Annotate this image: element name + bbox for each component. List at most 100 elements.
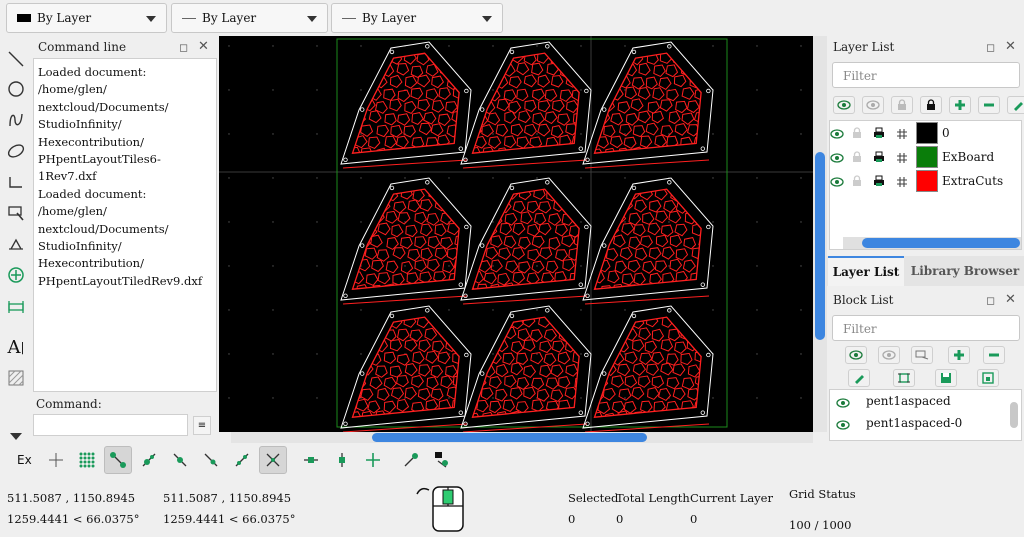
lock-relative-zero-icon[interactable]: [428, 446, 456, 474]
command-menu-button[interactable]: ≡: [193, 416, 211, 435]
show-all-blocks-icon[interactable]: [845, 346, 867, 364]
color-swatch: [17, 14, 31, 22]
line-icon[interactable]: [4, 47, 28, 71]
modify-icon[interactable]: [4, 263, 28, 287]
snap-onentity-icon[interactable]: [135, 446, 163, 474]
insert-block-icon[interactable]: [977, 369, 999, 387]
layer-row[interactable]: 0: [830, 122, 1020, 144]
layer-color-swatch[interactable]: [916, 122, 938, 144]
visible-eye-icon[interactable]: [830, 128, 844, 142]
layer-row[interactable]: ExBoard: [830, 146, 1020, 168]
edit-block-icon[interactable]: [893, 369, 915, 387]
tile-drawing: [460, 177, 592, 305]
relative-zero-icon[interactable]: [397, 446, 425, 474]
construction-grid-icon[interactable]: [897, 128, 907, 142]
text-icon[interactable]: A |: [4, 335, 28, 359]
restrict-horizontal-icon[interactable]: [297, 446, 325, 474]
hide-all-layers-icon[interactable]: [862, 96, 884, 114]
curve-icon[interactable]: [4, 108, 28, 132]
print-icon[interactable]: [873, 151, 885, 166]
visible-eye-icon[interactable]: [830, 152, 844, 166]
chevron-down-icon: [146, 16, 156, 22]
lock-all-layers-icon[interactable]: [920, 96, 942, 114]
snap-exclusive-label[interactable]: Ex: [17, 453, 32, 467]
block-panel-title: Block List: [833, 293, 894, 307]
snap-center-icon[interactable]: [166, 446, 194, 474]
float-icon[interactable]: ◻: [986, 294, 995, 307]
block-name: pent1aspaced: [866, 394, 951, 408]
snap-grid-icon[interactable]: [73, 446, 101, 474]
dimension-icon[interactable]: [4, 232, 28, 256]
block-row[interactable]: pent1aspaced: [830, 391, 1020, 413]
close-icon[interactable]: ✕: [1005, 39, 1016, 54]
construction-grid-icon[interactable]: [897, 152, 907, 166]
layer-filter-input[interactable]: Filter: [832, 62, 1020, 88]
visible-eye-icon[interactable]: [830, 176, 844, 190]
lock-icon[interactable]: [852, 175, 862, 190]
relative-polar: 1259.4441 < 66.0375°: [163, 512, 296, 526]
snap-intersection-icon[interactable]: [259, 446, 287, 474]
circle-icon[interactable]: [4, 77, 28, 101]
hide-all-blocks-icon[interactable]: [878, 346, 900, 364]
lock-icon[interactable]: [852, 151, 862, 166]
vertical-scroll-thumb[interactable]: [815, 152, 825, 340]
ellipse-icon[interactable]: [4, 139, 28, 163]
snap-free-icon[interactable]: [42, 446, 70, 474]
tab-library-browser[interactable]: Library Browser: [906, 256, 1024, 286]
layer-list-scroll-thumb[interactable]: [862, 238, 1020, 248]
tab-library-browser-label: Library Browser: [910, 264, 1020, 278]
layer-color-swatch[interactable]: [916, 170, 938, 192]
snap-endpoint-icon[interactable]: [104, 446, 132, 474]
rename-block-icon[interactable]: [848, 369, 870, 387]
measure-icon[interactable]: [4, 294, 28, 318]
close-icon[interactable]: ✕: [198, 39, 209, 54]
create-block-icon[interactable]: [911, 346, 933, 364]
restrict-vertical-icon[interactable]: [328, 446, 356, 474]
add-layer-icon[interactable]: [949, 96, 971, 114]
total-length-label: Total Length: [616, 491, 690, 505]
select-icon[interactable]: [4, 201, 28, 225]
chevron-down-icon: [482, 16, 492, 22]
float-icon[interactable]: ◻: [986, 41, 995, 54]
hatch-icon[interactable]: [4, 366, 28, 390]
lock-icon[interactable]: [852, 127, 862, 142]
construction-grid-icon[interactable]: [897, 176, 907, 190]
color-combo[interactable]: By Layer: [6, 3, 167, 33]
edit-layer-icon[interactable]: [1007, 96, 1024, 114]
layer-color-swatch[interactable]: [916, 146, 938, 168]
command-panel-title: Command line: [38, 40, 127, 54]
remove-layer-icon[interactable]: [978, 96, 1000, 114]
line-width-combo[interactable]: By Layer: [171, 3, 328, 33]
add-block-icon[interactable]: [948, 346, 970, 364]
horizontal-scroll-thumb[interactable]: [372, 433, 647, 442]
print-icon[interactable]: [873, 127, 885, 142]
float-icon[interactable]: ◻: [179, 41, 188, 54]
grid-status-value: 100 / 1000: [789, 518, 852, 532]
tab-layer-list[interactable]: Layer List: [828, 256, 904, 286]
layer-name: ExtraCuts: [942, 174, 1004, 188]
print-icon[interactable]: [873, 175, 885, 190]
line-width-label: By Layer: [202, 11, 257, 25]
visible-eye-icon[interactable]: [836, 419, 850, 433]
command-label: Command:: [36, 397, 102, 411]
show-all-layers-icon[interactable]: [833, 96, 855, 114]
tile-drawing: [582, 177, 714, 305]
block-row[interactable]: pent1aspaced-0: [830, 413, 1020, 435]
restrict-orthogonal-icon[interactable]: [359, 446, 387, 474]
save-block-icon[interactable]: [935, 369, 957, 387]
snap-distance-icon[interactable]: [228, 446, 256, 474]
remove-block-icon[interactable]: [983, 346, 1005, 364]
close-icon[interactable]: ✕: [1005, 292, 1016, 307]
chevron-down-icon: [307, 16, 317, 22]
snap-middle-icon[interactable]: [197, 446, 225, 474]
color-combo-label: By Layer: [37, 11, 92, 25]
polyline-icon[interactable]: [4, 170, 28, 194]
line-type-combo[interactable]: By Layer: [331, 3, 503, 33]
drawing-canvas[interactable]: [219, 36, 827, 433]
visible-eye-icon[interactable]: [836, 397, 850, 411]
layer-row[interactable]: ExtraCuts: [830, 170, 1020, 192]
block-filter-input[interactable]: Filter: [832, 315, 1020, 341]
block-list-scroll-thumb[interactable]: [1010, 402, 1018, 428]
command-input[interactable]: [33, 414, 188, 436]
unlock-all-layers-icon[interactable]: [891, 96, 913, 114]
